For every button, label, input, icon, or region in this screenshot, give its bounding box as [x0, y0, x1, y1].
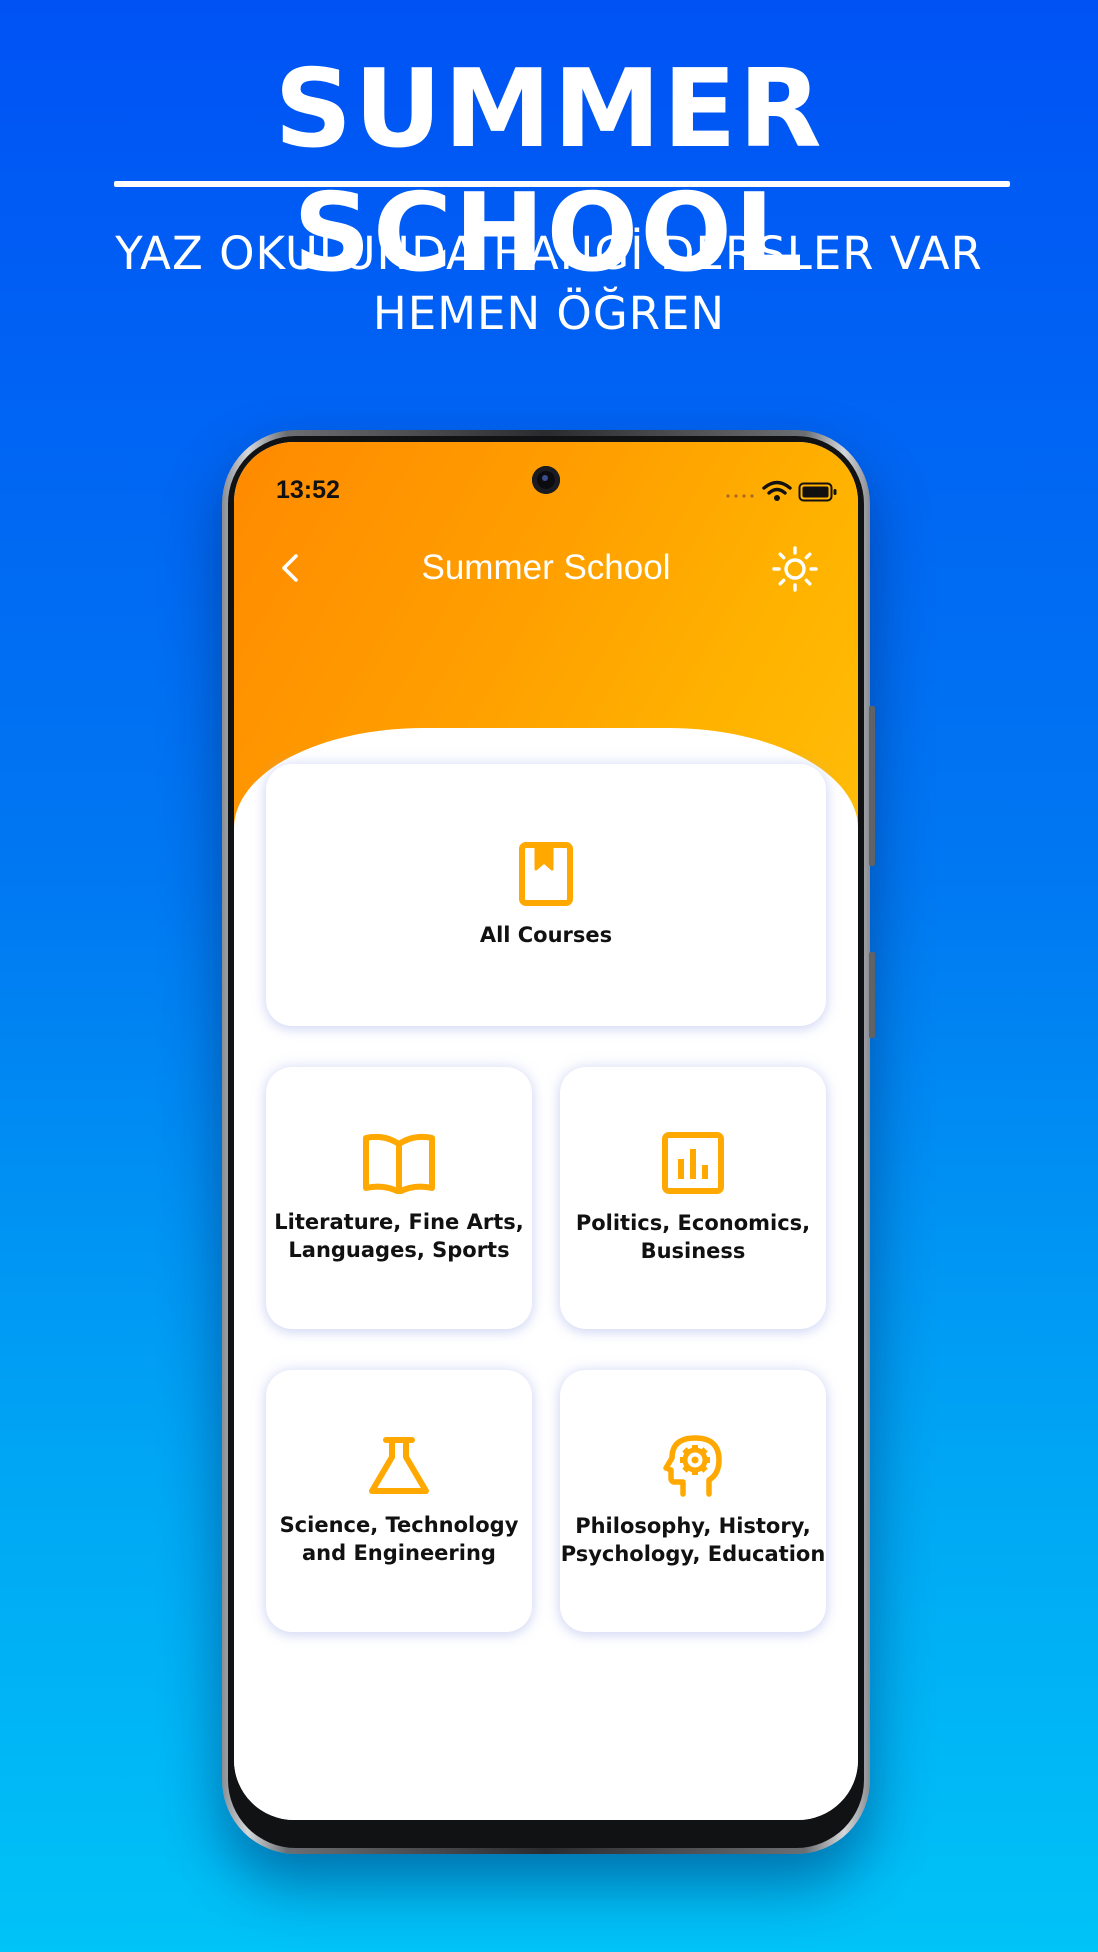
wifi-icon	[762, 480, 792, 501]
category-card-philosophy[interactable]: Philosophy, History, Psychology, Educati…	[560, 1370, 826, 1632]
category-card-politics[interactable]: Politics, Economics, Business	[560, 1067, 826, 1329]
category-card-all-courses[interactable]: All Courses	[266, 764, 826, 1026]
page-title: Summer School	[421, 548, 671, 587]
power-button	[869, 952, 875, 1038]
category-card-science[interactable]: Science, Technology and Engineering	[266, 1370, 532, 1632]
signal-icon	[724, 494, 756, 498]
phone-screen: 13:52 Summer School All Courses Literatu…	[234, 442, 858, 1820]
head-gear-icon	[663, 1435, 722, 1497]
theme-toggle-button[interactable]	[772, 546, 818, 592]
flask-icon	[369, 1437, 429, 1494]
chevron-left-icon	[282, 554, 298, 582]
category-label: All Courses	[479, 923, 613, 947]
promo-subtitle: YAZ OKULUNDA HANGİ DERSLER VAR HEMEN ÖĞR…	[60, 224, 1038, 344]
bar-chart-icon	[662, 1132, 724, 1194]
open-book-icon	[363, 1133, 435, 1194]
category-label: Politics, Economics, Business	[575, 1211, 811, 1263]
category-card-literature[interactable]: Literature, Fine Arts, Languages, Sports	[266, 1067, 532, 1329]
category-label: Literature, Fine Arts, Languages, Sports	[274, 1210, 524, 1262]
status-time: 13:52	[276, 476, 340, 504]
back-button[interactable]	[272, 548, 312, 588]
category-label: Philosophy, History, Psychology, Educati…	[560, 1514, 826, 1566]
book-bookmark-icon	[519, 842, 573, 906]
volume-button	[869, 706, 875, 866]
promo-subtitle-line-1: YAZ OKULUNDA HANGİ DERSLER VAR	[115, 227, 983, 280]
category-label: Science, Technology and Engineering	[279, 1513, 519, 1565]
sun-icon	[772, 546, 818, 592]
battery-icon	[798, 482, 837, 502]
title-underline	[114, 181, 1010, 187]
camera-hole	[532, 466, 560, 494]
promo-subtitle-line-2: HEMEN ÖĞREN	[372, 287, 726, 340]
